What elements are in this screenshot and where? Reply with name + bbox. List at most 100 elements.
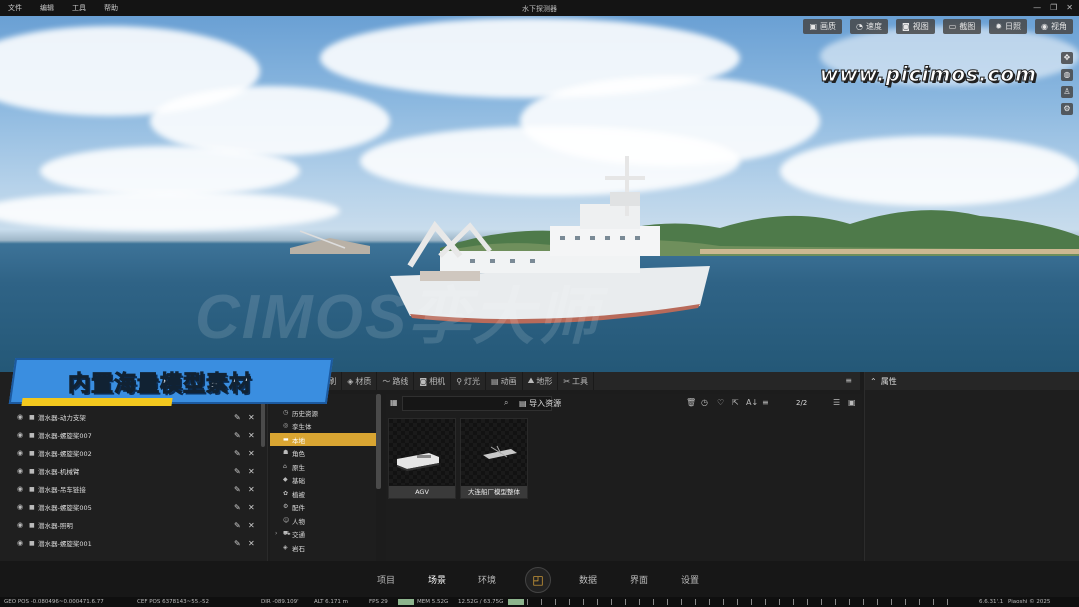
- tab-label: 动画: [500, 376, 517, 386]
- delete-icon[interactable]: ✕: [248, 539, 255, 548]
- tab-material[interactable]: ◈ 材质: [342, 372, 378, 390]
- eye-icon[interactable]: ◉: [17, 503, 23, 511]
- category-item-selected[interactable]: ▬ 本地: [270, 433, 376, 446]
- category-item[interactable]: ⚙ 配件: [270, 500, 376, 513]
- properties-header[interactable]: ⌃ 属性: [865, 372, 1079, 390]
- category-item[interactable]: ⌂ 原生: [270, 460, 376, 473]
- tab-label: 工具: [572, 376, 589, 386]
- category-item[interactable]: ◆ 基础: [270, 473, 376, 486]
- eye-icon[interactable]: ◉: [17, 539, 23, 547]
- tab-route[interactable]: 〜路线: [377, 372, 415, 390]
- category-item[interactable]: ◈ 岩石: [270, 541, 376, 554]
- sunlight-button[interactable]: ✹ 日照: [989, 19, 1028, 34]
- category-label: 历史资源: [292, 409, 318, 418]
- eye-icon[interactable]: ◉: [17, 431, 23, 439]
- delete-icon[interactable]: ✕: [248, 449, 255, 458]
- chevron-right-icon[interactable]: ›: [275, 530, 277, 537]
- edit-icon[interactable]: ✎: [234, 467, 241, 476]
- chevron-up-icon[interactable]: ⌃: [870, 377, 877, 386]
- light-icon: ⚲: [456, 376, 463, 386]
- speed-button[interactable]: ◔ 速度: [850, 19, 888, 34]
- delete-icon[interactable]: ✕: [248, 467, 255, 476]
- delete-icon[interactable]: ✕: [248, 413, 255, 422]
- asset-card[interactable]: 大连船厂模型整体: [460, 418, 528, 499]
- tab-tools[interactable]: ✂ 工具: [558, 372, 595, 390]
- category-item[interactable]: ☗ 角色: [270, 446, 376, 459]
- nav-environment[interactable]: 环境: [478, 573, 496, 586]
- list-menu-icon[interactable]: ≡: [845, 376, 852, 385]
- eye-icon[interactable]: ◉: [17, 521, 23, 529]
- edit-icon[interactable]: ✎: [234, 539, 241, 548]
- category-item[interactable]: › ⛟ 交通: [270, 527, 376, 540]
- eye-icon[interactable]: ◉: [17, 413, 23, 421]
- close-icon[interactable]: ✕: [1066, 3, 1073, 12]
- globe-icon[interactable]: ◍: [1061, 69, 1073, 81]
- category-item[interactable]: ◎ 孪生体: [270, 419, 376, 432]
- menu-file[interactable]: 文件: [0, 3, 31, 13]
- eye-icon[interactable]: ◉: [17, 485, 23, 493]
- import-button[interactable]: ▤ 导入资源: [519, 398, 561, 409]
- minimize-icon[interactable]: —: [1033, 3, 1041, 12]
- edit-icon[interactable]: ✎: [234, 503, 241, 512]
- search-icon[interactable]: ⌕: [504, 398, 508, 408]
- edit-icon[interactable]: ✎: [234, 485, 241, 494]
- person-icon[interactable]: ♙: [1061, 86, 1073, 98]
- move-icon[interactable]: ✥: [1061, 52, 1073, 64]
- scrollbar[interactable]: [376, 394, 381, 489]
- delete-icon[interactable]: ✕: [248, 521, 255, 530]
- tree-item[interactable]: ◉ ■ 潜水器-螺旋桨005 ✎ ✕: [0, 498, 260, 516]
- edit-icon[interactable]: ✎: [234, 431, 241, 440]
- delete-icon[interactable]: ✕: [248, 485, 255, 494]
- timeline-ruler[interactable]: [527, 599, 957, 605]
- tree-item[interactable]: ◉ ■ 潜水器-动力支架 ✎ ✕: [0, 408, 260, 426]
- tree-item[interactable]: ◉ ■ 潜水器-螺旋桨007 ✎ ✕: [0, 426, 260, 444]
- tab-light[interactable]: ⚲ 灯光: [451, 372, 487, 390]
- eye-icon[interactable]: ◉: [17, 449, 23, 457]
- nav-scene[interactable]: 场景: [428, 573, 446, 586]
- panel-view-icon[interactable]: ▣: [848, 398, 856, 407]
- tree-item[interactable]: ◉ ■ 潜水器-螺旋桨002 ✎ ✕: [0, 444, 260, 462]
- category-item[interactable]: ◷ 历史资源: [270, 406, 376, 419]
- edit-icon[interactable]: ✎: [234, 521, 241, 530]
- category-item[interactable]: ☺ 人物: [270, 514, 376, 527]
- nav-project[interactable]: 项目: [377, 573, 395, 586]
- edit-icon[interactable]: ✎: [234, 413, 241, 422]
- menu-edit[interactable]: 编辑: [31, 3, 63, 13]
- delete-icon[interactable]: ✕: [248, 431, 255, 440]
- edit-icon[interactable]: ✎: [234, 449, 241, 458]
- export-icon[interactable]: ⇱: [732, 398, 739, 407]
- eye-icon[interactable]: ◉: [17, 467, 23, 475]
- menu-help[interactable]: 帮助: [95, 3, 127, 13]
- heart-icon[interactable]: ♡: [717, 398, 724, 407]
- category-item[interactable]: ✿ 植被: [270, 487, 376, 500]
- tab-camera[interactable]: ◙ 相机: [414, 372, 452, 390]
- nav-data[interactable]: 数据: [579, 573, 597, 586]
- asset-card[interactable]: AGV: [388, 418, 456, 499]
- tab-terrain[interactable]: ⛰ 地形: [523, 372, 559, 390]
- delete-icon[interactable]: ✕: [248, 503, 255, 512]
- sort-az-icon[interactable]: A↓: [746, 398, 758, 407]
- scrollbar[interactable]: [261, 402, 265, 447]
- grid-icon[interactable]: ▦: [390, 398, 398, 407]
- tree-item[interactable]: ◉ ■ 潜水器-螺旋桨001 ✎ ✕: [0, 534, 260, 552]
- list-view-icon[interactable]: ☰: [833, 398, 840, 407]
- nav-settings[interactable]: 设置: [681, 573, 699, 586]
- maximize-icon[interactable]: ❐: [1050, 3, 1057, 12]
- quality-button[interactable]: ▣ 画质: [803, 19, 842, 34]
- history-icon[interactable]: ◷: [701, 398, 708, 407]
- settings-icon[interactable]: ⚙: [1061, 103, 1073, 115]
- tree-item[interactable]: ◉ ■ 潜水器-照明 ✎ ✕: [0, 516, 260, 534]
- app-logo-icon[interactable]: ◰: [525, 567, 551, 593]
- tree-item[interactable]: ◉ ■ 潜水器-吊车链接 ✎ ✕: [0, 480, 260, 498]
- trash-icon[interactable]: 🗑: [686, 398, 696, 407]
- scene-viewport[interactable]: CIMOS孪大师 www.picimos.com ▣ 画质 ◔ 速度 ◙ 视图 ▭ 截图…: [0, 16, 1079, 372]
- perspective-button[interactable]: ◉ 视角: [1035, 19, 1073, 34]
- tab-animation[interactable]: ▤ 动画: [486, 372, 523, 390]
- view-button[interactable]: ◙ 视图: [895, 19, 935, 34]
- menu-tools[interactable]: 工具: [63, 3, 95, 13]
- screenshot-button[interactable]: ▭ 截图: [942, 19, 982, 34]
- nav-interface[interactable]: 界面: [630, 573, 648, 586]
- filter-icon[interactable]: ≡: [762, 398, 769, 407]
- sunlight-label: 日照: [1005, 22, 1022, 31]
- tree-item[interactable]: ◉ ■ 潜水器-机械臂 ✎ ✕: [0, 462, 260, 480]
